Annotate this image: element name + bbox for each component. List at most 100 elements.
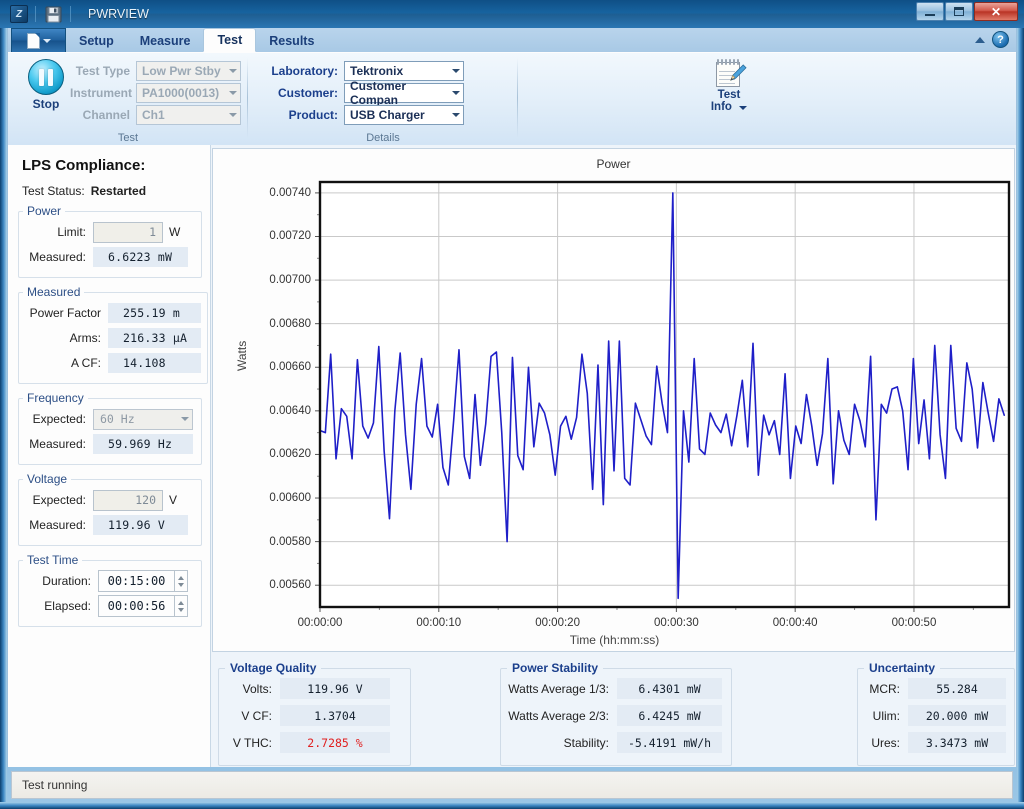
window-title: PWRVIEW	[88, 7, 149, 21]
channel-row: Channel Ch1	[70, 105, 241, 125]
channel-combo[interactable]: Ch1	[136, 105, 241, 125]
spinner-down-icon[interactable]	[178, 583, 184, 587]
chart-y-tick-label: 0.00680	[213, 318, 311, 330]
customer-value: Customer Compan	[350, 79, 448, 107]
elapsed-value[interactable]: 00:00:56	[98, 595, 174, 617]
window-border-left	[0, 0, 7, 809]
app-icon: Z	[10, 5, 28, 23]
ribbon-tab-strip: Setup Measure Test Results ?	[8, 28, 1016, 52]
spinner-up-icon[interactable]	[178, 576, 184, 580]
vthc-value: 2.7285 %	[280, 732, 390, 753]
notepad-pencil-icon	[714, 58, 744, 88]
instrument-combo[interactable]: PA1000(0013)	[136, 83, 241, 103]
close-button[interactable]: ✕	[974, 2, 1018, 21]
group-test-time-legend: Test Time	[23, 553, 82, 567]
save-icon[interactable]	[43, 4, 63, 24]
power-limit-unit: W	[169, 225, 180, 239]
minimize-icon	[925, 14, 935, 16]
stop-button[interactable]: Stop	[22, 59, 70, 111]
volts-label: Volts:	[225, 682, 280, 696]
power-factor-value: 255.19 m	[108, 303, 201, 323]
tab-setup[interactable]: Setup	[66, 30, 127, 52]
group-power-legend: Power	[23, 204, 65, 218]
arms-value: 216.33 µA	[108, 328, 201, 348]
test-type-value: Low Pwr Stby	[142, 64, 221, 78]
frequency-measured-row: Measured: 59.969 Hz	[23, 433, 195, 455]
mcr-value: 55.284	[908, 678, 1006, 699]
chevron-down-icon	[229, 69, 237, 73]
ribbon-right-controls: ?	[975, 31, 1009, 48]
elapsed-row: Elapsed: 00:00:56	[23, 595, 195, 617]
group-voltage-legend: Voltage	[23, 472, 71, 486]
laboratory-value: Tektronix	[350, 64, 403, 78]
power-factor-row: Power Factor 255.19 m	[23, 302, 201, 324]
chevron-down-icon	[452, 113, 460, 117]
mcr-label: MCR:	[864, 682, 908, 696]
elapsed-label: Elapsed:	[23, 599, 98, 613]
spinner-up-icon[interactable]	[178, 601, 184, 605]
group-voltage: Voltage Expected: 120 V Measured: 119.96…	[18, 472, 202, 546]
chart-y-tick-label: 0.00640	[213, 405, 311, 417]
test-type-label: Test Type	[70, 64, 130, 78]
chevron-down-icon	[452, 91, 460, 95]
application-window: Z PWRVIEW ✕ Setup Measure Test	[0, 0, 1024, 809]
test-type-combo[interactable]: Low Pwr Stby	[136, 61, 241, 81]
pause-icon	[28, 59, 64, 95]
maximize-icon	[954, 7, 964, 16]
duration-stepper[interactable]: 00:15:00	[98, 570, 188, 592]
maximize-button[interactable]	[945, 2, 973, 21]
document-icon	[27, 33, 40, 49]
elapsed-spin-buttons[interactable]	[174, 595, 188, 617]
tab-measure[interactable]: Measure	[127, 30, 204, 52]
minimize-button[interactable]	[916, 2, 944, 21]
instrument-row: Instrument PA1000(0013)	[70, 83, 241, 103]
test-status-label: Test Status:	[22, 184, 85, 198]
acf-value: 14.108	[108, 353, 201, 373]
laboratory-combo[interactable]: Tektronix	[344, 61, 464, 81]
stability-label: Stability:	[507, 736, 617, 750]
product-label: Product:	[260, 108, 338, 122]
watts-avg-13-value: 6.4301 mW	[617, 678, 722, 699]
voltage-expected-input[interactable]: 120	[93, 490, 163, 511]
chart-x-tick-label: 00:00:40	[773, 617, 818, 629]
test-info-line2: Info	[711, 101, 732, 113]
customer-row: Customer: Customer Compan	[260, 83, 464, 103]
chart-plot-area[interactable]: Watts Time (hh:mm:ss) 0.005600.005800.00…	[213, 149, 1016, 653]
product-row: Product: USB Charger	[260, 105, 464, 125]
duration-value[interactable]: 00:15:00	[98, 570, 174, 592]
power-limit-label: Limit:	[23, 225, 93, 239]
group-frequency-legend: Frequency	[23, 391, 88, 405]
duration-label: Duration:	[23, 574, 98, 588]
file-menu-button[interactable]	[11, 28, 66, 52]
ribbon-group-test: Stop Test Type Low Pwr Stby Instrument P…	[8, 53, 248, 146]
frequency-measured-label: Measured:	[23, 437, 93, 451]
tab-test[interactable]: Test	[203, 28, 256, 52]
chart-y-tick-label: 0.00660	[213, 361, 311, 373]
tab-results[interactable]: Results	[256, 30, 327, 52]
chart-x-tick-label: 00:00:20	[535, 617, 580, 629]
chart-y-tick-label: 0.00580	[213, 536, 311, 548]
voltage-expected-row: Expected: 120 V	[23, 489, 195, 511]
duration-spin-buttons[interactable]	[174, 570, 188, 592]
chart-x-tick-label: 00:00:50	[892, 617, 937, 629]
ulim-row: Ulim: 20.000 mW	[864, 704, 1006, 727]
test-status-row: Test Status: Restarted	[22, 184, 202, 198]
power-measured-value: 6.6223 mW	[93, 247, 188, 267]
product-combo[interactable]: USB Charger	[344, 105, 464, 125]
power-limit-input[interactable]: 1	[93, 222, 163, 243]
window-controls: ✕	[916, 2, 1018, 21]
test-status-value: Restarted	[91, 184, 146, 198]
test-info-button[interactable]: Test Info	[706, 58, 752, 113]
spinner-down-icon[interactable]	[178, 608, 184, 612]
help-button[interactable]: ?	[992, 31, 1009, 48]
elapsed-stepper[interactable]: 00:00:56	[98, 595, 188, 617]
chevron-down-icon	[229, 91, 237, 95]
chart-svg	[213, 149, 1016, 653]
vthc-row: V THC: 2.7285 %	[225, 731, 402, 754]
customer-combo[interactable]: Customer Compan	[344, 83, 464, 103]
frequency-expected-combo[interactable]: 60 Hz	[93, 409, 193, 430]
watts-avg-23-label: Watts Average 2/3:	[507, 709, 617, 723]
titlebar-divider-1	[35, 6, 36, 22]
ribbon: Setup Measure Test Results ? Stop Test T…	[7, 28, 1017, 145]
chevron-up-icon[interactable]	[975, 37, 985, 43]
